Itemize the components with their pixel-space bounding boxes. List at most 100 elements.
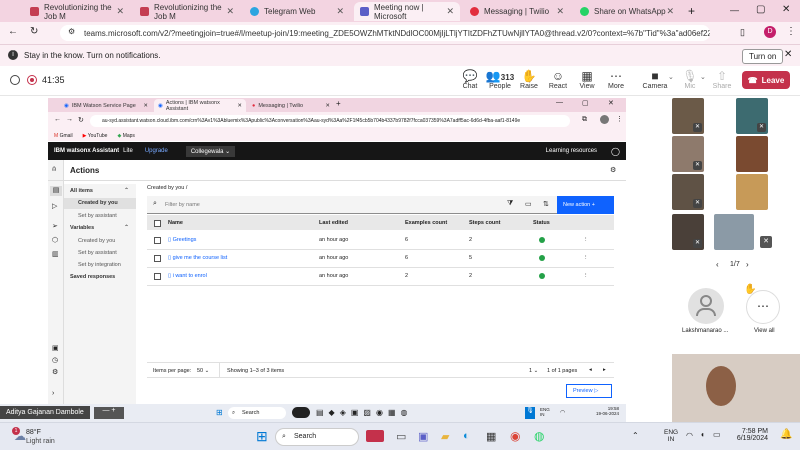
mic-off-icon: ✕ [760,236,772,248]
battery-icon[interactable]: ▭ [713,430,721,439]
whatsapp-icon[interactable]: ◍ [534,429,544,443]
clock[interactable]: 7:58 PM 6/19/2024 [728,428,768,442]
nav-created-by-you: Created by you [78,200,118,206]
start-icon[interactable]: ⊞ [256,428,268,445]
react-button[interactable]: ☺ React [543,69,573,90]
col-steps: Steps count [469,220,501,226]
tab-title: Messaging | Twilio [484,7,550,16]
taskbar-app-icon[interactable] [366,430,384,442]
participant-video[interactable]: ✕ [672,214,704,250]
language-indicator[interactable]: ENG IN [664,429,678,443]
view-all-button[interactable]: ⋯ [746,290,780,324]
browser-tab-3[interactable]: Telegram Web ✕ [244,2,350,21]
back-icon: ← [54,116,61,123]
mic-options-icon[interactable]: ⌄ [700,73,706,81]
participant-video[interactable] [714,214,754,250]
maximize-button[interactable]: ▢ [756,4,765,15]
wifi-icon[interactable]: ◠ [686,431,693,440]
file-explorer-icon[interactable]: ▰ [441,430,449,443]
menu-icon: ⋮ [616,116,623,123]
address-bar: ← ↻ ⚙ teams.microsoft.com/v2/?meetingjoi… [0,22,800,44]
close-window-button[interactable]: ✕ [782,4,790,15]
item-range: Showing 1–3 of 3 items [227,368,285,374]
participant-video[interactable]: ✕ [672,98,704,134]
actions-icon: ▤ [50,186,62,196]
more-button[interactable]: ⋯ More [601,69,631,90]
browser-tab-1[interactable]: Revolutionizing the Job M ✕ [24,2,130,21]
search-bar[interactable]: ⌕ Search [275,428,359,446]
row-checkbox [154,255,161,262]
teams-icon[interactable]: ▣ [418,430,428,443]
leave-button[interactable]: ☎ Leave [742,71,790,89]
menu-icon[interactable]: ⋮ [786,26,796,37]
chrome-icon[interactable]: ◉ [510,429,520,443]
close-icon[interactable]: ✕ [556,6,564,17]
whatsapp-icon [580,7,589,16]
volume-icon[interactable]: ◖ [700,430,705,439]
row-checkbox [154,273,161,280]
participant-video[interactable]: ✕ [672,174,704,210]
tab-title: Telegram Web [264,7,316,16]
browser-tab-5[interactable]: Messaging | Twilio ✕ [464,2,570,21]
browser-tab-6[interactable]: Share on WhatsApp ✕ [574,2,680,21]
back-icon[interactable]: ← [8,26,18,37]
person-body-icon [696,308,716,316]
notifications-icon[interactable]: 🔔 [780,429,792,440]
next-page-button[interactable]: › [746,260,749,269]
refresh-icon[interactable]: ↻ [30,26,38,37]
user-icon: ◯ [611,146,620,156]
select-all-checkbox [154,220,161,227]
shared-tab-3: ● Messaging | Twilio ✕ [252,102,330,109]
chevron-up-icon: ⌃ [124,188,130,194]
steps-count: 2 [469,273,473,279]
divider [219,363,220,378]
turn-on-button[interactable]: Turn on [742,49,784,64]
info-icon: i [8,50,18,60]
close-icon[interactable]: ✕ [226,6,234,17]
close-icon[interactable]: ✕ [666,6,674,17]
raise-hand-button[interactable]: ✋ Raise [514,69,544,90]
close-icon[interactable]: ✕ [784,49,792,60]
view-all-label: View all [754,328,775,334]
url-field[interactable]: ⚙ teams.microsoft.com/v2/?meetingjoin=tr… [60,25,710,41]
browser-tab-4[interactable]: Meeting now | Microsoft ✕ [354,2,460,21]
new-tab-button[interactable]: + [688,4,695,18]
participant-video[interactable]: ✕ [672,136,704,172]
windows-taskbar: ☁ 1 88°F Light rain ⊞ ⌕ Search ▭ ▣ ▰ ◐ ▦… [0,422,800,450]
preview-button: Preview ▷ [566,384,612,398]
close-icon[interactable]: ✕ [336,6,344,17]
last-edited: an hour ago [319,273,349,279]
close-icon[interactable]: ✕ [446,6,454,17]
camera-options-icon[interactable]: ⌄ [668,73,674,81]
action-name: ▯ i want to enrol [168,273,207,279]
search-icon: ⌕ [232,410,236,416]
chat-button[interactable]: 💬 Chat [455,69,485,90]
mic-off-icon: ✕ [757,123,766,132]
avatar[interactable]: D [764,26,776,38]
minimize-button[interactable]: — [730,5,739,15]
windows-icon: ⊞ [216,408,223,417]
store-icon[interactable]: ▦ [486,430,496,443]
chevron-up-icon[interactable]: ⌃ [632,431,639,440]
task-view-icon[interactable]: ▭ [396,430,406,443]
site-info-icon[interactable]: ⚙ [68,27,75,36]
shield-icon[interactable] [10,75,20,85]
action-name: ▯ Greetings [168,237,197,243]
divider [48,180,626,181]
view-button[interactable]: ▦ View [572,69,602,90]
people-button[interactable]: 👥313 People [485,69,515,90]
participant-video[interactable]: ✕ [736,98,768,134]
widget-icon [292,407,310,418]
browser-tab-2[interactable]: Revolutionizing the Job M ✕ [134,2,240,21]
sidepanel-icon[interactable]: ▯ [740,27,745,38]
participant-video[interactable] [736,136,768,172]
close-icon[interactable]: ✕ [116,6,124,17]
people-icon: 👥313 [485,69,515,83]
prev-page-button[interactable]: ‹ [716,260,719,269]
share-button[interactable]: ⇧ Share [707,69,737,90]
participant-video[interactable] [736,174,768,210]
nav-all-items: All items [70,188,93,194]
edge-icon[interactable]: ◐ [463,430,470,442]
camera-button[interactable]: ■ Camera [640,69,670,90]
avatar[interactable] [688,288,724,324]
